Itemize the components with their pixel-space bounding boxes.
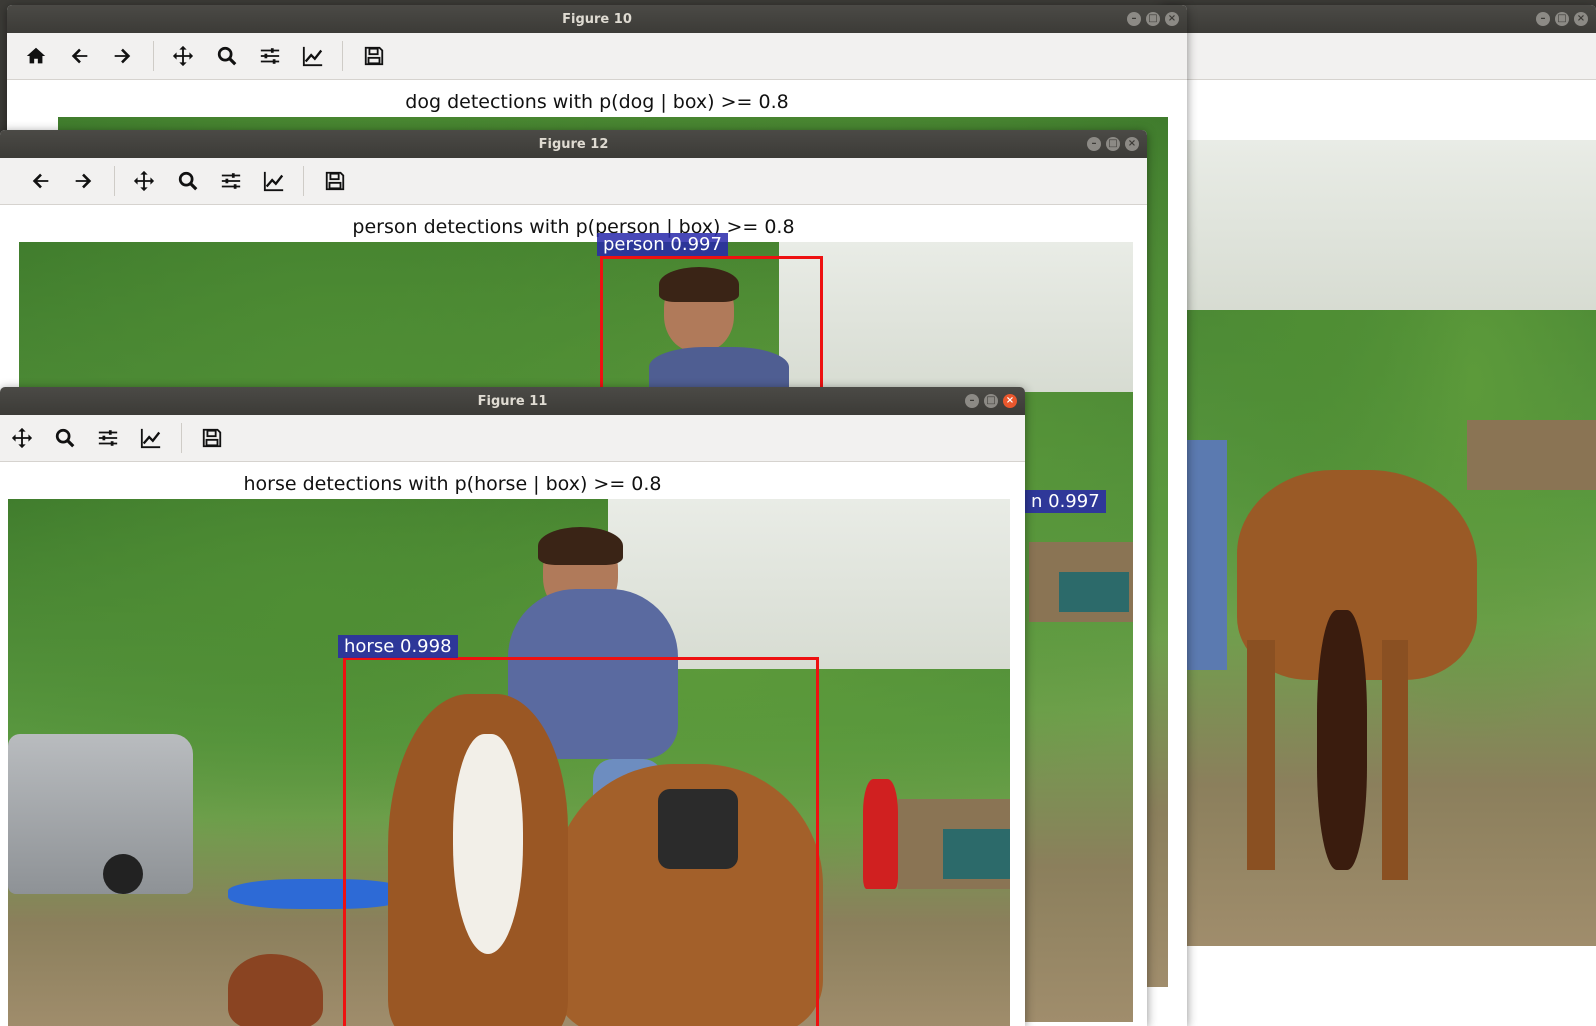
- forward-arrow-icon: [75, 173, 92, 189]
- toolbar-separator: [181, 423, 182, 453]
- plot-title: person detections with p(person | box) >…: [352, 216, 795, 238]
- edit-axis-button[interactable]: [298, 41, 328, 71]
- window-title: Figure 12: [538, 136, 609, 152]
- plot-area: horse detections with p(horse | box) >= …: [0, 462, 1025, 1026]
- save-button[interactable]: [320, 166, 350, 196]
- save-button[interactable]: [197, 423, 227, 453]
- toolbar: [1160, 33, 1596, 80]
- pan-icon: [11, 427, 33, 449]
- toolbar: [0, 415, 1025, 462]
- rider-hair-shape: [538, 527, 623, 565]
- minimize-icon[interactable]: –: [1127, 12, 1141, 26]
- back-arrow-icon: [71, 48, 88, 64]
- toolbar-separator: [153, 41, 154, 71]
- maximize-icon[interactable]: □: [1106, 137, 1120, 151]
- pan-button[interactable]: [168, 41, 198, 71]
- window-figure-11: Figure 11 – □ × horse detections with p(…: [0, 387, 1025, 1026]
- horse-detection-box: [343, 657, 819, 1026]
- truck-wheel-shape: [103, 854, 143, 894]
- save-icon: [325, 171, 345, 191]
- pan-icon: [133, 170, 155, 192]
- rider-leg-shape: [1187, 440, 1227, 670]
- sky-region: [1187, 140, 1596, 310]
- configure-subplots-icon: [221, 173, 241, 189]
- pan-icon: [172, 45, 194, 67]
- edit-axis-icon: [302, 46, 323, 67]
- spectator-shape: [863, 779, 898, 889]
- configure-subplots-button[interactable]: [216, 166, 246, 196]
- maximize-icon[interactable]: □: [1146, 12, 1160, 26]
- back-button[interactable]: [65, 41, 95, 71]
- truck-shape: [8, 734, 193, 894]
- home-icon: [26, 47, 46, 64]
- dog-head-shape: [228, 954, 323, 1026]
- save-icon: [364, 46, 384, 66]
- zoom-button[interactable]: [212, 41, 242, 71]
- bench-shape: [1059, 572, 1129, 612]
- zoom-button[interactable]: [50, 423, 80, 453]
- edit-axis-icon: [263, 171, 284, 192]
- edit-axis-icon: [140, 428, 161, 449]
- configure-subplots-button[interactable]: [255, 41, 285, 71]
- image-axes: [1187, 140, 1596, 946]
- plot-title: horse detections with p(horse | box) >= …: [243, 473, 662, 495]
- window-controls: – □ ×: [1087, 137, 1139, 151]
- zoom-icon: [55, 428, 75, 448]
- pan-button[interactable]: [7, 423, 37, 453]
- minimize-icon[interactable]: –: [1087, 137, 1101, 151]
- toolbar: [7, 33, 1187, 80]
- close-icon[interactable]: ×: [1125, 137, 1139, 151]
- zoom-icon: [178, 171, 198, 191]
- home-button[interactable]: [21, 41, 51, 71]
- window-controls: – □ ×: [1127, 12, 1179, 26]
- sky-region: [779, 242, 1133, 392]
- horse-tail-shape: [1317, 610, 1367, 870]
- configure-subplots-button[interactable]: [93, 423, 123, 453]
- toolbar-separator: [303, 166, 304, 196]
- zoom-icon: [217, 46, 237, 66]
- toolbar: [0, 158, 1147, 205]
- titlebar[interactable]: – □ ×: [1160, 5, 1596, 33]
- window-title: Figure 10: [562, 11, 632, 27]
- horse-leg-shape: [1247, 640, 1275, 870]
- edit-axis-button[interactable]: [259, 166, 289, 196]
- titlebar[interactable]: Figure 11 – □ ×: [0, 387, 1025, 415]
- configure-subplots-icon: [98, 430, 118, 446]
- zoom-button[interactable]: [173, 166, 203, 196]
- save-button[interactable]: [359, 41, 389, 71]
- maximize-icon[interactable]: □: [984, 394, 998, 408]
- save-icon: [202, 428, 222, 448]
- plot-area: 8: [1160, 80, 1596, 1026]
- window-controls: – □ ×: [965, 394, 1017, 408]
- close-icon[interactable]: ×: [1574, 12, 1588, 26]
- back-button[interactable]: [26, 166, 56, 196]
- window-title: Figure 11: [477, 393, 548, 409]
- horse-leg-shape: [1382, 640, 1408, 880]
- back-arrow-icon: [32, 173, 49, 189]
- window-controls: – □ ×: [1536, 12, 1588, 26]
- pan-button[interactable]: [129, 166, 159, 196]
- close-icon[interactable]: ×: [1003, 394, 1017, 408]
- maximize-icon[interactable]: □: [1555, 12, 1569, 26]
- toolbar-separator: [114, 166, 115, 196]
- forward-button[interactable]: [107, 41, 137, 71]
- forward-arrow-icon: [114, 48, 131, 64]
- close-icon[interactable]: ×: [1165, 12, 1179, 26]
- window-background-figure: – □ × 8: [1160, 5, 1596, 1026]
- person-detection-label: person 0.997: [597, 233, 728, 256]
- plot-title: dog detections with p(dog | box) >= 0.8: [405, 91, 789, 113]
- horse-detection-label: horse 0.998: [338, 635, 458, 658]
- minimize-icon[interactable]: –: [965, 394, 979, 408]
- toolbar-separator: [342, 41, 343, 71]
- configure-subplots-icon: [260, 48, 280, 64]
- person-detection-label-partial: n 0.997: [1025, 490, 1106, 513]
- minimize-icon[interactable]: –: [1536, 12, 1550, 26]
- bench-shape: [943, 829, 1010, 879]
- edit-axis-button[interactable]: [136, 423, 166, 453]
- titlebar[interactable]: Figure 10 – □ ×: [7, 5, 1187, 33]
- forward-button[interactable]: [68, 166, 98, 196]
- fence-shape: [1467, 420, 1596, 490]
- titlebar[interactable]: Figure 12 – □ ×: [0, 130, 1147, 158]
